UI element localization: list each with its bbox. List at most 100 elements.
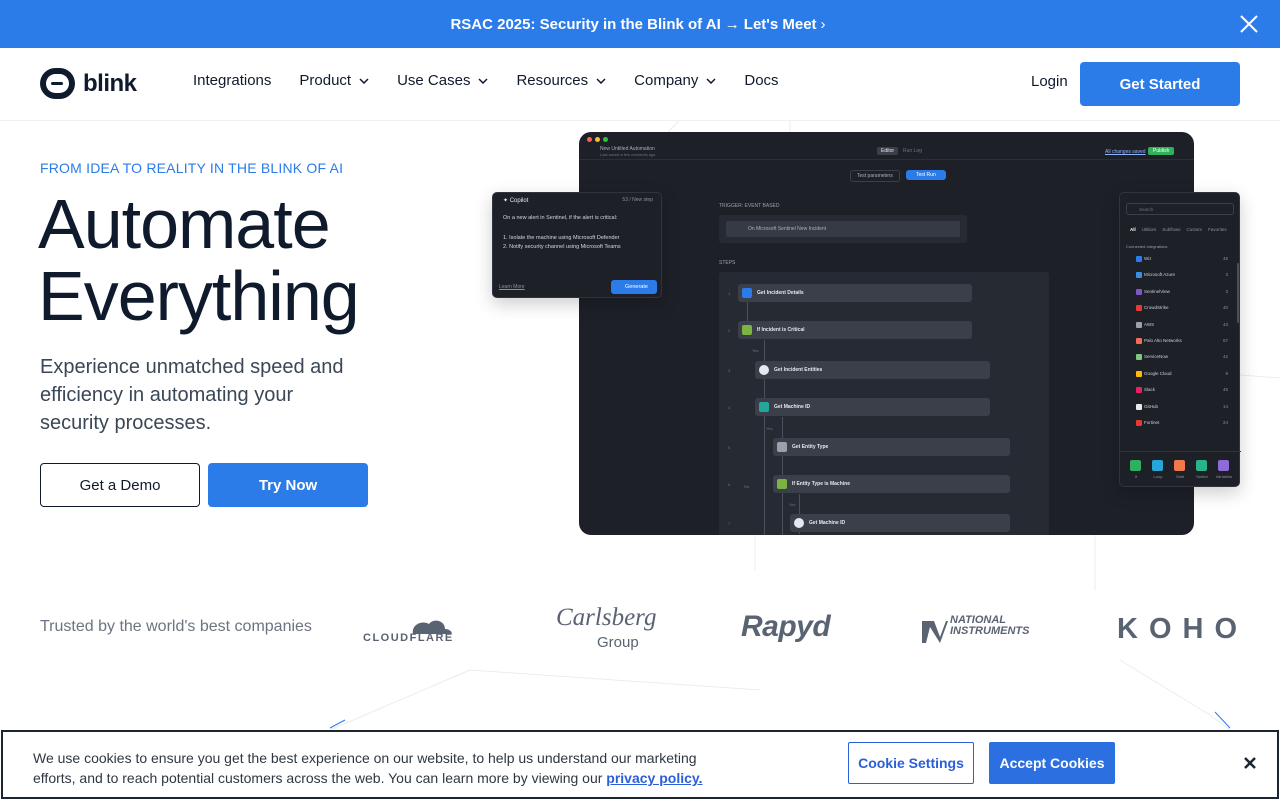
tool-label: Wait <box>1176 474 1184 479</box>
nav-item-label: Resources <box>516 72 589 89</box>
step-get-machine-id: Get Machine ID <box>755 398 990 416</box>
app-screenshot: New Untitled Automation Last saved a few… <box>579 132 1194 535</box>
integration-item: CrowdStrike 40 <box>1128 304 1228 314</box>
tool-switch-icon <box>1196 460 1207 471</box>
branch-yes-label: Yes <box>789 502 796 507</box>
integration-icon <box>1136 403 1142 410</box>
steps-label: STEPS <box>719 260 736 266</box>
publish-button: Publish <box>1148 147 1175 155</box>
list-item: 2. Notify security channel using Microso… <box>503 244 621 250</box>
login-link[interactable]: Login <box>1031 73 1068 90</box>
announcement-bar[interactable]: RSAC 2025: Security in the Blink of AI →… <box>0 0 1280 48</box>
key-icon <box>777 442 787 452</box>
hero-title-line1: Automate <box>38 185 331 263</box>
nav-item-use-cases[interactable]: Use Cases <box>397 72 488 89</box>
step-get-entity-type: Get Entity Type <box>773 438 1010 456</box>
machine-icon <box>794 518 804 528</box>
hero-title: Automate Everything <box>38 185 360 335</box>
announcement-cta[interactable]: Let's Meet <box>744 16 817 33</box>
nav-item-product[interactable]: Product <box>299 72 369 89</box>
arrow-icon: → <box>724 15 740 33</box>
koho-logo: KOHO <box>1117 613 1248 645</box>
integration-name: Google Cloud <box>1144 370 1172 376</box>
nav-item-company[interactable]: Company <box>634 72 716 89</box>
condition-icon <box>777 479 787 489</box>
integration-name: Slack <box>1144 387 1156 393</box>
automation-saved-time: Last saved a few moments ago <box>600 152 656 157</box>
carlsberg-logo: Carlsberg Group <box>556 604 657 651</box>
tool-loop-icon <box>1152 460 1163 471</box>
integration-name: AWS <box>1144 321 1155 327</box>
tool-label: Variables <box>1215 474 1233 479</box>
integration-icon <box>1136 354 1142 361</box>
nav-item-label: Integrations <box>193 72 272 89</box>
integration-name: Palo Alto Networks <box>1144 338 1182 343</box>
privacy-policy-link[interactable]: privacy policy. <box>606 770 702 786</box>
integration-item: Slack 46 <box>1128 386 1228 396</box>
cookie-settings-button[interactable]: Cookie Settings <box>848 742 974 784</box>
step-number: 2 <box>728 328 731 333</box>
cookie-message: We use cookies to ensure you get the bes… <box>33 750 697 786</box>
tab-run-log: Run Log <box>903 148 922 154</box>
connected-integrations-label: Connected Integrations <box>1126 244 1168 249</box>
copilot-card: ✦ Copilot 53 / New step On a new alert i… <box>492 192 662 298</box>
chevron-down-icon <box>359 77 369 84</box>
step-number: 3 <box>728 368 731 373</box>
scrollbar <box>1237 263 1239 323</box>
tab-all: All <box>1130 227 1136 232</box>
tool-label: If <box>1134 474 1138 479</box>
steps-panel: Yes Yes No Yes 1 Get Incident Details 2 … <box>719 272 1049 535</box>
step-label: Get Entity Type <box>792 444 829 450</box>
step-number: 1 <box>728 291 731 296</box>
announcement-text: RSAC 2025: Security in the Blink of AI <box>450 15 721 33</box>
integration-count: 67 <box>1222 338 1228 343</box>
integration-name: SentinelView <box>1144 288 1170 294</box>
generate-button: Generate <box>611 280 657 294</box>
learn-more-link: Learn More <box>499 284 525 290</box>
trigger-box: On Microsoft Sentinel New Incident <box>719 215 967 243</box>
integration-count: 24 <box>1222 420 1228 425</box>
nav-item-label: Company <box>634 72 699 89</box>
step-get-incident-entities: Get Incident Entities <box>755 361 990 379</box>
saved-status: All changes saved <box>1105 149 1146 155</box>
integration-count: 43 <box>1222 321 1228 327</box>
nav-item-integrations[interactable]: Integrations <box>193 72 271 89</box>
logo[interactable]: blink <box>40 68 137 99</box>
hero-eyebrow: FROM IDEA TO REALITY IN THE BLINK OF AI <box>40 160 344 176</box>
get-demo-button[interactable]: Get a Demo <box>40 463 200 507</box>
step-label: Get Incident Entities <box>774 367 823 373</box>
integration-item: ServiceNow 42 <box>1128 353 1228 363</box>
integration-icon <box>1136 387 1142 394</box>
hero-title-line2: Everything <box>38 257 360 335</box>
integration-item: Google Cloud 8 <box>1128 370 1228 380</box>
list-item: 1. Isolate the machine using Microsoft D… <box>503 235 620 241</box>
nav-item-resources[interactable]: Resources <box>516 72 606 89</box>
close-icon[interactable] <box>1241 754 1259 772</box>
integration-name: Microsoft Azure <box>1144 272 1176 278</box>
nav-item-docs[interactable]: Docs <box>744 72 778 89</box>
integration-icon <box>1136 288 1142 295</box>
integration-icon <box>1136 305 1142 312</box>
nav-item-label: Product <box>299 72 352 89</box>
integrations-tabs: All Utilities Subflows Custom Favorites <box>1130 227 1227 232</box>
integration-count: 40 <box>1222 305 1228 311</box>
entities-icon <box>759 365 769 375</box>
nav-links: Integrations Product Use Cases Resources… <box>193 72 779 89</box>
national-instruments-logo: NATIONAL INSTRUMENTS <box>922 615 1032 645</box>
cloudflare-logo: CLOUDFLARE <box>363 612 455 646</box>
tool-label: Loop <box>1153 474 1163 479</box>
window-close-dot <box>587 137 592 142</box>
branch-no-label: No <box>744 484 750 489</box>
app-titlebar: New Untitled Automation Last saved a few… <box>579 132 1194 160</box>
step-get-machine-id-2: Get Machine ID <box>790 514 1010 532</box>
accept-cookies-button[interactable]: Accept Cookies <box>989 742 1115 784</box>
try-now-button[interactable]: Try Now <box>208 463 368 507</box>
integration-name: ServiceNow <box>1144 354 1169 360</box>
test-run-button: Test Run <box>906 170 946 180</box>
step-label: If Entity Type is Machine <box>792 481 850 487</box>
branch-yes-label: Yes <box>752 348 759 353</box>
get-started-button[interactable]: Get Started <box>1080 62 1240 106</box>
close-icon[interactable] <box>1238 13 1260 35</box>
integration-name: Fortinet <box>1144 420 1160 425</box>
step-label: Get Incident Details <box>757 290 804 296</box>
